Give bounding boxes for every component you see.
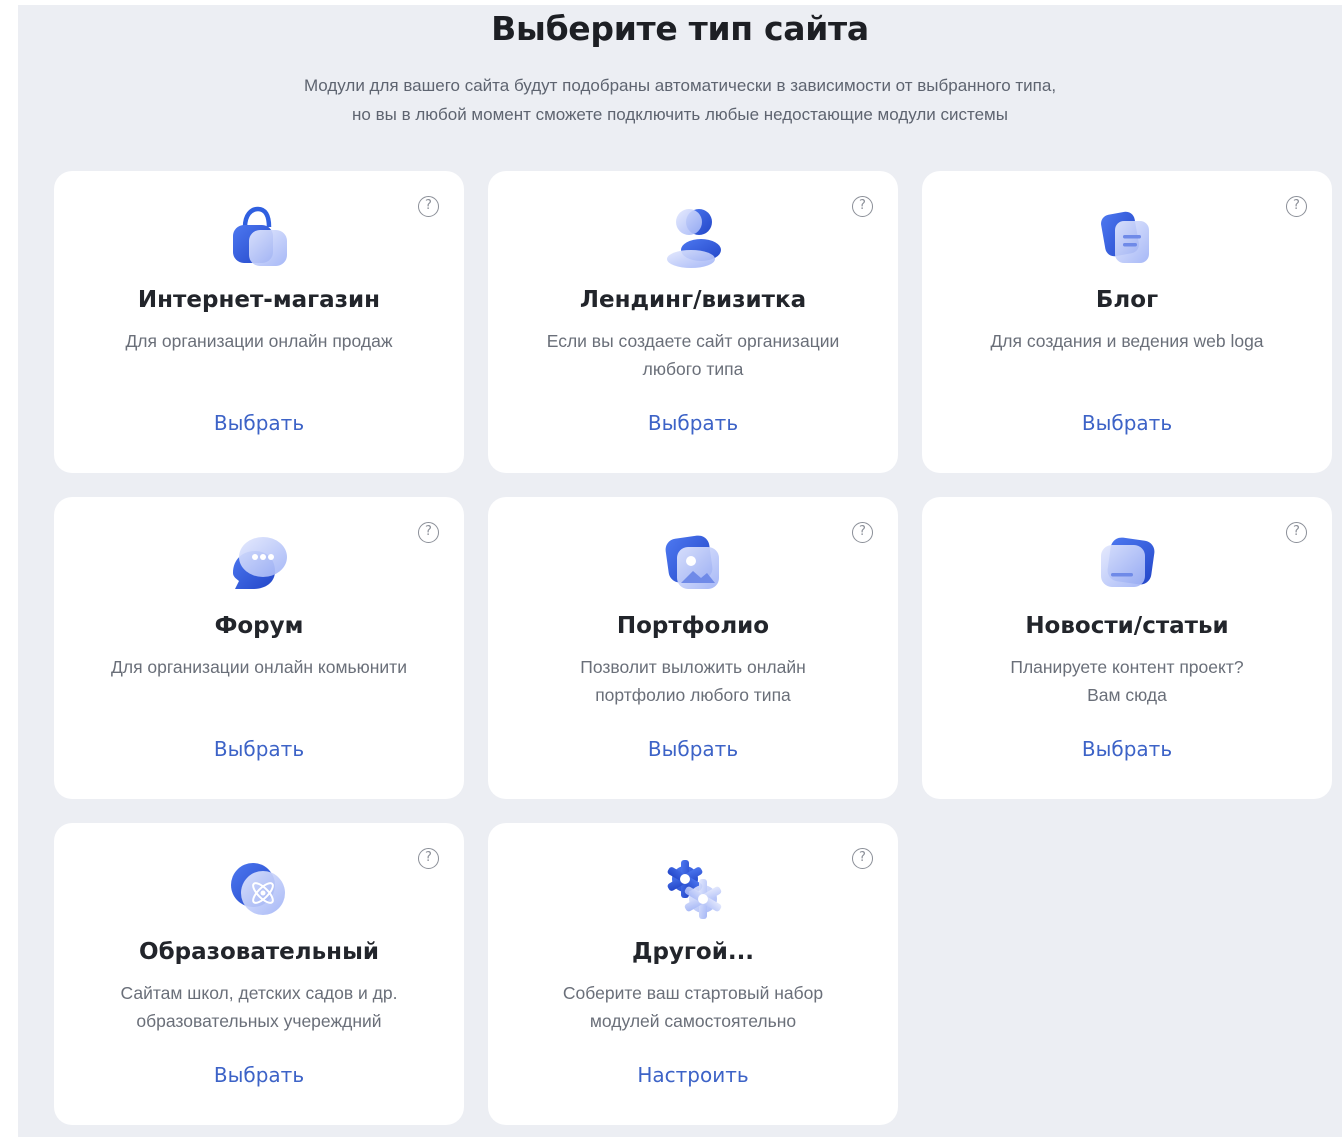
card-title: Блог	[1095, 287, 1159, 313]
card-description: Соберите ваш стартовый набор модулей сам…	[508, 979, 878, 1035]
help-icon[interactable]: ?	[1286, 522, 1307, 543]
page-subtitle-line-2: но вы в любой момент сможете подключить …	[352, 105, 1008, 124]
site-type-card-other[interactable]: ? Другой... Соберите ваш стартовый набор…	[488, 823, 898, 1125]
site-type-card-education[interactable]: ? Образовательный Сайтам школ, детских с…	[54, 823, 464, 1125]
page-title: Выберите тип сайта	[491, 9, 869, 48]
card-description-line-2: любого типа	[642, 359, 744, 379]
select-button[interactable]: Выбрать	[54, 735, 464, 763]
atom-icon	[219, 849, 299, 929]
card-description: Если вы создаете сайт организации любого…	[508, 327, 878, 383]
site-type-card-landing[interactable]: ? Лендинг/визитка Если вы создаете сайт …	[488, 171, 898, 473]
help-icon[interactable]: ?	[418, 522, 439, 543]
help-icon[interactable]: ?	[852, 848, 873, 869]
site-type-card-portfolio[interactable]: ? Портфолио Позволит выложить онлайн пор…	[488, 497, 898, 799]
card-title: Образовательный	[139, 939, 379, 965]
card-title: Интернет-магазин	[137, 287, 381, 313]
card-description-line-1: Соберите ваш стартовый набор	[562, 983, 824, 1003]
site-type-card-forum[interactable]: ? Форум Для организации онлайн комьюнити…	[54, 497, 464, 799]
card-title: Лендинг/визитка	[579, 287, 807, 313]
card-title: Другой...	[631, 939, 755, 965]
help-icon[interactable]: ?	[418, 848, 439, 869]
page-header: Выберите тип сайта Модули для вашего сай…	[18, 5, 1342, 129]
card-description-line-1: Позволит выложить онлайн	[580, 657, 806, 677]
gears-icon	[653, 849, 733, 929]
card-description: Позволит выложить онлайн портфолио любог…	[508, 653, 878, 709]
card-description-line-2: Вам сюда	[1087, 685, 1167, 705]
shopping-bag-icon	[219, 197, 299, 277]
site-type-card-blog[interactable]: ? Блог Для создания и ведения web loga В…	[922, 171, 1332, 473]
card-description-line-1: Для организации онлайн комьюнити	[111, 657, 407, 677]
help-icon[interactable]: ?	[852, 522, 873, 543]
person-icon	[653, 197, 733, 277]
card-title: Портфолио	[616, 613, 770, 639]
site-type-card-online-store[interactable]: ? Интернет-магазин Для организации онлай…	[54, 171, 464, 473]
help-icon[interactable]: ?	[418, 196, 439, 217]
card-description-line-1: Планируете контент проект?	[1010, 657, 1244, 677]
card-title: Форум	[214, 613, 304, 639]
card-description: Для создания и ведения web loga	[942, 327, 1312, 355]
card-description: Для организации онлайн комьюнити	[74, 653, 444, 681]
document-icon	[1087, 197, 1167, 277]
help-icon[interactable]: ?	[1286, 196, 1307, 217]
chat-bubble-icon	[219, 523, 299, 603]
select-button[interactable]: Выбрать	[922, 735, 1332, 763]
help-icon[interactable]: ?	[852, 196, 873, 217]
card-description: Для организации онлайн продаж	[74, 327, 444, 355]
page-subtitle-line-1: Модули для вашего сайта будут подобраны …	[303, 76, 1057, 95]
select-button[interactable]: Выбрать	[488, 409, 898, 437]
select-button[interactable]: Выбрать	[54, 409, 464, 437]
page-subtitle: Модули для вашего сайта будут подобраны …	[18, 71, 1342, 129]
site-type-card-news[interactable]: ? Новости/статьи Планируете контент прое…	[922, 497, 1332, 799]
card-description-line-1: Сайтам школ, детских садов и др.	[120, 983, 398, 1003]
card-description: Сайтам школ, детских садов и др. образов…	[74, 979, 444, 1035]
card-description: Планируете контент проект? Вам сюда	[942, 653, 1312, 709]
card-description-line-1: Если вы создаете сайт организации	[546, 331, 840, 351]
news-card-icon	[1087, 523, 1167, 603]
card-description-line-2: портфолио любого типа	[595, 685, 791, 705]
card-description-line-2: образовательных учереждний	[136, 1011, 382, 1031]
image-icon	[653, 523, 733, 603]
card-description-line-1: Для создания и ведения web loga	[990, 331, 1264, 351]
card-description-line-1: Для организации онлайн продаж	[125, 331, 393, 351]
select-button[interactable]: Выбрать	[54, 1061, 464, 1089]
select-button[interactable]: Выбрать	[922, 409, 1332, 437]
configure-button[interactable]: Настроить	[488, 1061, 898, 1089]
card-title: Новости/статьи	[1025, 613, 1229, 639]
select-button[interactable]: Выбрать	[488, 735, 898, 763]
card-description-line-2: модулей самостоятельно	[589, 1011, 797, 1031]
